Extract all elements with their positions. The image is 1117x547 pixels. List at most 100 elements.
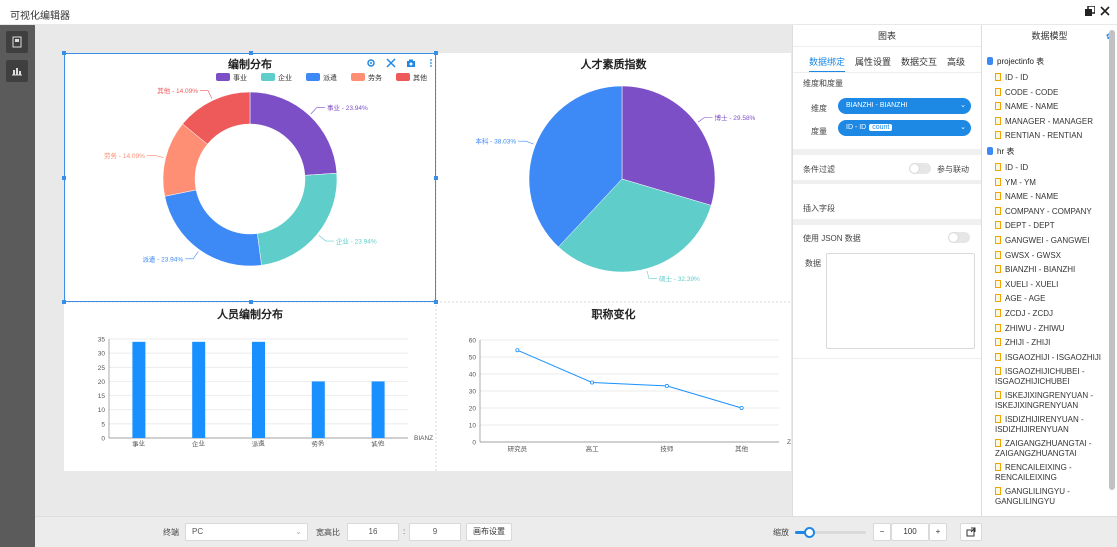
table-group[interactable]: projectinfo 表	[987, 56, 1044, 67]
field-item[interactable]: ISDIZHIJIRENYUAN - ISDIZHIJIRENYUAN	[995, 415, 1105, 435]
table-group[interactable]: hr 表	[987, 146, 1014, 157]
field-label: YM - YM	[1005, 177, 1036, 187]
ratio-width-input[interactable]: 16	[347, 523, 399, 541]
field-item[interactable]: GANGWEI - GANGWEI	[995, 236, 1105, 246]
json-toggle[interactable]	[948, 232, 970, 243]
data-label: 派遣 - 23.94%	[142, 254, 183, 263]
field-icon	[995, 323, 1001, 332]
dims-section-title: 维度和度量	[803, 79, 843, 88]
x-tick-label: 技师	[660, 444, 674, 453]
filter-toggle[interactable]	[909, 163, 931, 174]
label-line	[697, 117, 713, 123]
export-icon[interactable]	[960, 523, 982, 541]
ratio-height-input[interactable]: 9	[409, 523, 461, 541]
field-item[interactable]: ID - ID	[995, 163, 1105, 173]
field-icon	[995, 294, 1001, 303]
data-model-title: 数据模型	[1031, 31, 1068, 41]
camera-icon[interactable]	[405, 58, 417, 70]
tab-interaction[interactable]: 数据交互	[901, 55, 937, 73]
chart-panel-title: 图表	[793, 25, 981, 47]
y-tick-label: 5	[101, 421, 105, 428]
measure-select[interactable]: ID - ID count ⌄	[838, 120, 971, 136]
field-item[interactable]: MANAGER - MANAGER	[995, 116, 1105, 127]
data-label: 博士 - 29.58%	[715, 113, 756, 122]
field-label: RENTIAN - RENTIAN	[1005, 131, 1083, 141]
x-axis-label: BIANZ	[414, 435, 433, 442]
settings-tabs: 数据绑定 属性设置 数据交互 高级	[793, 55, 981, 73]
fullscreen-icon[interactable]	[385, 58, 397, 70]
y-tick-label: 30	[469, 389, 477, 396]
insert-field-label[interactable]: 插入字段	[803, 203, 835, 214]
field-item[interactable]: ZHIWU - ZHIWU	[995, 323, 1105, 334]
field-item[interactable]: GWSX - GWSX	[995, 250, 1105, 261]
field-item[interactable]: ISGAOZHIJI - ISGAOZHIJI	[995, 352, 1105, 363]
data-point	[739, 405, 744, 410]
tab-advanced[interactable]: 高级	[947, 55, 965, 73]
close-icon[interactable]	[1098, 5, 1112, 19]
zoom-slider-handle[interactable]	[804, 527, 816, 538]
bar	[252, 341, 265, 438]
zoom-minus-button[interactable]: −	[873, 523, 891, 541]
field-item[interactable]: ZAIGANGZHUANGTAI - ZAIGANGZHUANGTAI	[995, 439, 1105, 459]
terminal-select[interactable]: PC ⌄	[185, 523, 308, 541]
field-icon	[995, 192, 1001, 201]
field-icon	[995, 487, 1001, 496]
x-tick-label: 研究员	[508, 444, 528, 453]
field-label: NAME - NAME	[1005, 192, 1059, 202]
dashboard-svg: 事业 企业 派遣 劳务 其他事业 - 23.94%企业 - 23.94%派遣 - 23.…	[64, 53, 791, 471]
canvas-settings-button[interactable]: 画布设置	[466, 523, 512, 541]
zoom-value-input[interactable]: 100	[891, 523, 929, 541]
field-item[interactable]: ZCDJ - ZCDJ	[995, 309, 1105, 319]
terminal-label: 终端	[163, 528, 179, 537]
measure-value: ID - ID	[846, 124, 867, 131]
field-item[interactable]: GANGLILINGYU - GANGLILINGYU	[995, 487, 1105, 507]
json-label: 使用 JSON 数据	[803, 234, 861, 243]
title-bar: 可视化编辑器	[0, 0, 1117, 25]
field-item[interactable]: AGE - AGE	[995, 294, 1105, 304]
field-item[interactable]: NAME - NAME	[995, 102, 1105, 112]
field-icon	[995, 177, 1001, 186]
settings-icon[interactable]	[365, 58, 377, 70]
field-icon	[995, 279, 1001, 288]
data-model-scrollbar[interactable]	[1109, 30, 1115, 490]
field-item[interactable]: BIANZHI - BIANZHI	[995, 265, 1105, 275]
zoom-slider[interactable]	[795, 527, 866, 538]
tab-data-binding[interactable]: 数据绑定	[808, 55, 845, 73]
field-item[interactable]: ZHIJI - ZHIJI	[995, 338, 1105, 348]
field-item[interactable]: COMPANY - COMPANY	[995, 206, 1105, 217]
y-tick-label: 0	[472, 440, 476, 447]
label-line	[146, 155, 164, 158]
restore-icon[interactable]	[1083, 5, 1097, 19]
dim-select[interactable]: BIANZHI - BIANZHI ⌄	[838, 98, 971, 114]
field-label: ZHIJI - ZHIJI	[1005, 338, 1051, 348]
ratio-separator: :	[403, 527, 406, 536]
zoom-plus-button[interactable]: +	[929, 523, 947, 541]
page-icon[interactable]	[6, 31, 28, 53]
field-item[interactable]: ISKEJIXINGRENYUAN - ISKEJIXINGRENYUAN	[995, 391, 1105, 411]
field-item[interactable]: CODE - CODE	[995, 87, 1105, 98]
field-label: ZHIWU - ZHIWU	[1005, 323, 1065, 333]
series-line	[517, 349, 742, 409]
data-point	[515, 348, 520, 353]
measure-agg-tag[interactable]: count	[869, 124, 893, 131]
field-item[interactable]: ID - ID	[995, 73, 1105, 83]
legend-label: 派遣	[323, 73, 337, 82]
more-icon[interactable]	[425, 58, 437, 70]
field-item[interactable]: RENCAILEIXING - RENCAILEIXING	[995, 463, 1105, 483]
field-icon	[995, 163, 1001, 171]
chart-icon[interactable]	[6, 60, 28, 82]
x-tick-label: 其他	[371, 438, 386, 449]
field-item[interactable]: XUELI - XUELI	[995, 279, 1105, 290]
field-icon	[995, 87, 1001, 96]
field-item[interactable]: YM - YM	[995, 177, 1105, 188]
field-item[interactable]: DEPT - DEPT	[995, 221, 1105, 231]
field-item[interactable]: NAME - NAME	[995, 192, 1105, 202]
field-label: NAME - NAME	[1005, 102, 1059, 112]
json-data-textarea[interactable]	[826, 253, 975, 349]
field-item[interactable]: RENTIAN - RENTIAN	[995, 131, 1105, 141]
tab-properties[interactable]: 属性设置	[855, 55, 891, 73]
field-item[interactable]: ISGAOZHIJICHUBEI - ISGAOZHIJICHUBEI	[995, 367, 1105, 387]
field-icon	[995, 221, 1001, 230]
field-label: CODE - CODE	[1005, 87, 1059, 97]
label-line	[518, 140, 534, 145]
